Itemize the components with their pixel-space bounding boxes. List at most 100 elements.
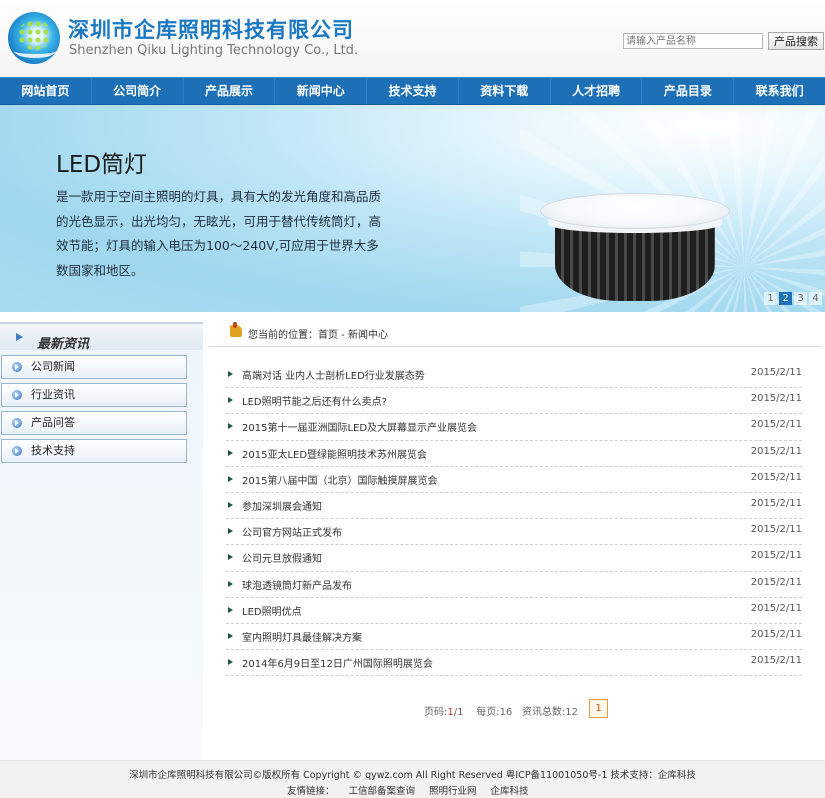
footer-link-qiku[interactable]: 企库科技 bbox=[491, 783, 529, 797]
news-date: 2015/2/11 bbox=[750, 367, 802, 378]
company-name-en: Shenzhen Qiku Lighting Technology Co., L… bbox=[69, 43, 359, 58]
bullet-triangle-icon bbox=[228, 528, 233, 535]
breadcrumb-text: 您当前的位置：首页 - 新闻中心 bbox=[248, 330, 388, 341]
breadcrumb: 您当前的位置：首页 - 新闻中心 bbox=[209, 321, 821, 347]
news-row[interactable]: LED照明优点 2015/2/11 bbox=[226, 598, 802, 624]
news-date: 2015/2/11 bbox=[750, 497, 802, 509]
banner-page-1[interactable]: 1 bbox=[764, 292, 777, 305]
bullet-arrow-icon bbox=[12, 446, 22, 456]
footer-links: 友情链接： 工信部备案查询 照明行业网 企库科技 bbox=[287, 783, 529, 797]
footer-link-miit[interactable]: 工信部备案查询 bbox=[349, 783, 416, 797]
banner[interactable]: LED筒灯 是一款用于空间主照明的灯具，具有大的发光角度和高品质的光色显示，出光… bbox=[0, 105, 825, 312]
banner-title: LED筒灯 bbox=[56, 152, 148, 178]
bullet-triangle-icon bbox=[228, 632, 233, 639]
banner-page-4[interactable]: 4 bbox=[809, 292, 822, 305]
news-title[interactable]: 球泡透镜筒灯新产品发布 bbox=[242, 577, 352, 592]
news-title[interactable]: 公司官方网站正式发布 bbox=[242, 524, 342, 539]
pagination-per-page: 每页:16 bbox=[476, 707, 513, 718]
news-date: 2015/2/11 bbox=[750, 419, 802, 431]
bullet-triangle-icon bbox=[228, 501, 233, 508]
news-title[interactable]: 2015第十一届亚洲国际LED及大屏幕显示产业展览会 bbox=[242, 419, 477, 434]
nav-item-jobs[interactable]: 人才招聘 bbox=[551, 78, 643, 104]
news-title[interactable]: 2014年6月9日至12日广州国际照明展览会 bbox=[242, 655, 433, 670]
bullet-triangle-icon bbox=[228, 371, 233, 377]
bullet-triangle-icon bbox=[228, 606, 233, 613]
nav-item-news[interactable]: 新闻中心 bbox=[275, 78, 368, 104]
bullet-arrow-icon bbox=[12, 390, 22, 400]
news-date: 2015/2/11 bbox=[750, 602, 802, 614]
bullet-triangle-icon bbox=[228, 659, 233, 666]
news-list: 高端对话 业内人士剖析LED行业发展态势 2015/2/11 LED照明节能之后还有… bbox=[226, 362, 802, 677]
bullet-triangle-icon bbox=[228, 423, 233, 430]
nav-item-about[interactable]: 公司简介 bbox=[92, 78, 184, 104]
news-row[interactable]: 公司元旦放假通知 2015/2/11 bbox=[226, 545, 802, 572]
news-row[interactable]: 室内照明灯具最佳解决方案 2015/2/11 bbox=[226, 624, 802, 651]
sidebar-item-label: 公司新闻 bbox=[31, 360, 75, 373]
news-date: 2015/2/11 bbox=[750, 445, 802, 457]
pagination-total: 资讯总数:12 bbox=[521, 707, 578, 718]
news-title[interactable]: 高端对话 业内人士剖析LED行业发展态势 bbox=[242, 367, 425, 382]
bullet-triangle-icon bbox=[228, 449, 233, 456]
home-location-icon bbox=[230, 322, 242, 337]
sidebar-item-label: 行业资讯 bbox=[31, 388, 75, 401]
bullet-triangle-icon bbox=[228, 554, 233, 561]
nav-item-home[interactable]: 网站首页 bbox=[0, 78, 92, 104]
nav-item-downloads[interactable]: 资料下载 bbox=[459, 78, 551, 104]
news-row[interactable]: 2015亚太LED暨绿能照明技术苏州展览会 2015/2/11 bbox=[226, 441, 802, 467]
news-title[interactable]: 2015亚太LED暨绿能照明技术苏州展览会 bbox=[242, 446, 427, 461]
sidebar-item-label: 产品问答 bbox=[31, 416, 75, 429]
news-title[interactable]: 2015第八届中国（北京）国际触摸屏展览会 bbox=[242, 472, 437, 487]
bullet-arrow-icon bbox=[12, 362, 22, 372]
news-row[interactable]: 球泡透镜筒灯新产品发布 2015/2/11 bbox=[226, 572, 802, 598]
banner-pager: 1 2 3 4 bbox=[764, 292, 822, 306]
company-logo-icon[interactable] bbox=[8, 12, 60, 64]
page-button-1[interactable]: 1 bbox=[589, 699, 608, 718]
news-row[interactable]: 2014年6月9日至12日广州国际照明展览会 2015/2/11 bbox=[226, 650, 802, 677]
bullet-triangle-icon bbox=[228, 580, 233, 587]
pagination-total-pages: /1 bbox=[453, 707, 464, 718]
news-date: 2015/2/11 bbox=[750, 550, 802, 562]
news-row[interactable]: 2015第八届中国（北京）国际触摸屏展览会 2015/2/11 bbox=[226, 467, 802, 493]
news-row[interactable]: 2015第十一届亚洲国际LED及大屏幕显示产业展览会 2015/2/11 bbox=[226, 414, 802, 441]
banner-page-3[interactable]: 3 bbox=[794, 292, 807, 305]
news-date: 2015/2/11 bbox=[750, 393, 802, 405]
news-title[interactable]: LED照明优点 bbox=[242, 603, 302, 618]
news-date: 2015/2/11 bbox=[750, 471, 802, 483]
footer: 深圳市企库照明科技有限公司©版权所有 Copyright © qywz.com … bbox=[0, 760, 825, 798]
news-date: 2015/2/11 bbox=[750, 628, 802, 640]
news-row[interactable]: 公司官方网站正式发布 2015/2/11 bbox=[226, 519, 802, 546]
footer-copyright: 深圳市企库照明科技有限公司©版权所有 Copyright © qywz.com … bbox=[129, 770, 696, 781]
arrow-right-icon bbox=[16, 333, 23, 341]
news-title[interactable]: LED照明节能之后还有什么卖点? bbox=[242, 393, 387, 408]
sidebar-item-label: 技术支持 bbox=[31, 444, 75, 457]
header: 深圳市企库照明科技有限公司 Shenzhen Qiku Lighting Tec… bbox=[0, 0, 825, 77]
sidebar-item-industry-news[interactable]: 行业资讯 bbox=[1, 383, 187, 407]
sidebar-item-product-faq[interactable]: 产品问答 bbox=[1, 411, 187, 435]
news-date: 2015/2/11 bbox=[750, 576, 802, 588]
news-title[interactable]: 室内照明灯具最佳解决方案 bbox=[242, 629, 362, 644]
nav-item-products[interactable]: 产品展示 bbox=[184, 78, 276, 104]
nav-item-contact[interactable]: 联系我们 bbox=[734, 78, 825, 104]
main-nav: 网站首页 公司简介 产品展示 新闻中心 技术支持 资料下载 人才招聘 产品目录 … bbox=[0, 77, 825, 105]
nav-item-catalog[interactable]: 产品目录 bbox=[642, 78, 735, 104]
search-button[interactable]: 产品搜索 bbox=[768, 32, 824, 50]
search-input[interactable] bbox=[623, 33, 763, 49]
pagination-page-label: 页码: bbox=[424, 707, 448, 718]
banner-page-2[interactable]: 2 bbox=[779, 292, 792, 305]
sidebar-item-company-news[interactable]: 公司新闻 bbox=[1, 355, 187, 379]
news-row[interactable]: 高端对话 业内人士剖析LED行业发展态势 2015/2/11 bbox=[226, 362, 802, 389]
page: 深圳市企库照明科技有限公司 Shenzhen Qiku Lighting Tec… bbox=[0, 0, 825, 798]
led-downlight-image bbox=[540, 193, 730, 301]
bullet-triangle-icon bbox=[228, 475, 233, 482]
nav-item-support[interactable]: 技术支持 bbox=[367, 78, 459, 104]
news-row[interactable]: LED照明节能之后还有什么卖点? 2015/2/11 bbox=[226, 388, 802, 415]
sidebar: 最新资讯 公司新闻 行业资讯 产品问答 技术支持 bbox=[0, 322, 203, 760]
sidebar-header: 最新资讯 bbox=[0, 322, 203, 352]
footer-link-lighting-net[interactable]: 照明行业网 bbox=[429, 783, 477, 797]
company-name-cn: 深圳市企库照明科技有限公司 bbox=[68, 18, 354, 42]
bullet-arrow-icon bbox=[12, 418, 22, 428]
news-title[interactable]: 参加深圳展会通知 bbox=[242, 498, 322, 513]
news-title[interactable]: 公司元旦放假通知 bbox=[242, 550, 322, 565]
sidebar-item-tech-support[interactable]: 技术支持 bbox=[1, 439, 187, 463]
news-row[interactable]: 参加深圳展会通知 2015/2/11 bbox=[226, 493, 802, 520]
